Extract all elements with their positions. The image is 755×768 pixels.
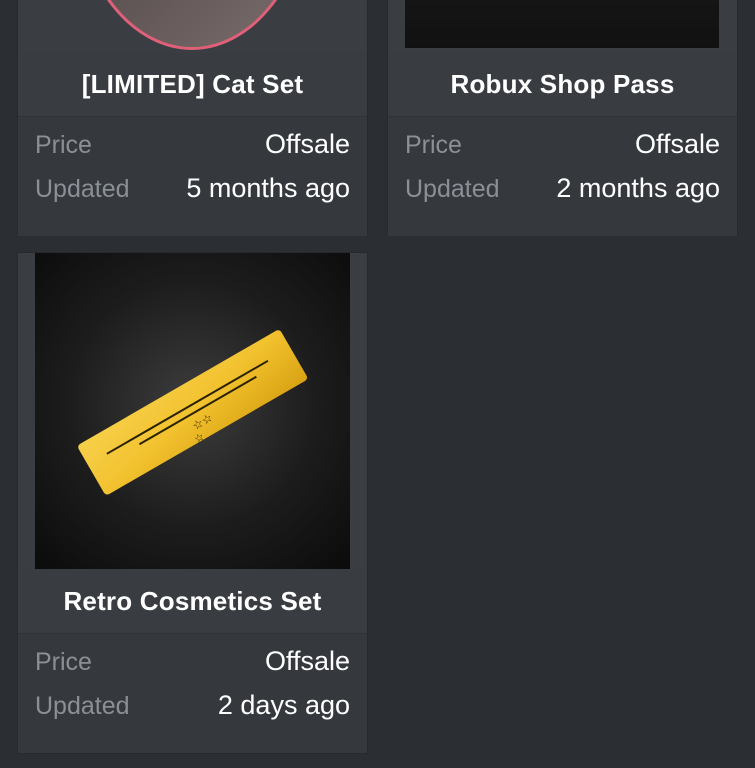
updated-row: Updated 2 days ago [35,690,350,734]
updated-row: Updated 2 months ago [405,173,720,217]
price-label: Price [405,131,462,159]
price-row: Price Offsale [35,129,350,173]
item-title[interactable]: Retro Cosmetics Set [18,569,367,633]
price-value: Offsale [264,129,350,159]
item-details: Price Offsale Updated 5 months ago [18,116,367,236]
price-row: Price Offsale [35,646,350,690]
item-title[interactable]: Robux Shop Pass [388,52,737,116]
updated-value: 2 months ago [556,173,720,203]
item-thumbnail[interactable]: ☆☆ ☆ [18,253,367,569]
updated-label: Updated [405,175,500,203]
price-row: Price Offsale [405,129,720,173]
item-title[interactable]: [LIMITED] Cat Set [18,52,367,116]
updated-value: 5 months ago [186,173,350,203]
item-card-retro-cosmetics-set[interactable]: ☆☆ ☆ Retro Cosmetics Set Price Offsale U… [18,253,367,753]
item-details: Price Offsale Updated 2 months ago [388,116,737,236]
cat-set-image [72,0,312,50]
item-thumbnail[interactable] [18,0,367,52]
updated-label: Updated [35,692,130,720]
price-value: Offsale [264,646,350,676]
item-thumbnail[interactable] [388,0,737,52]
item-card-robux-shop-pass[interactable]: Robux Shop Pass Price Offsale Updated 2 … [388,0,737,236]
updated-row: Updated 5 months ago [35,173,350,217]
price-label: Price [35,648,92,676]
price-value: Offsale [634,129,720,159]
item-details: Price Offsale Updated 2 days ago [18,633,367,753]
retro-ticket-image: ☆☆ ☆ [35,253,350,569]
ticket-icon: ☆☆ ☆ [78,330,307,495]
catalog-grid: [LIMITED] Cat Set Price Offsale Updated … [0,0,755,768]
updated-label: Updated [35,175,130,203]
price-label: Price [35,131,92,159]
item-card-cat-set[interactable]: [LIMITED] Cat Set Price Offsale Updated … [18,0,367,236]
updated-value: 2 days ago [217,690,350,720]
shop-pass-image [405,0,719,48]
